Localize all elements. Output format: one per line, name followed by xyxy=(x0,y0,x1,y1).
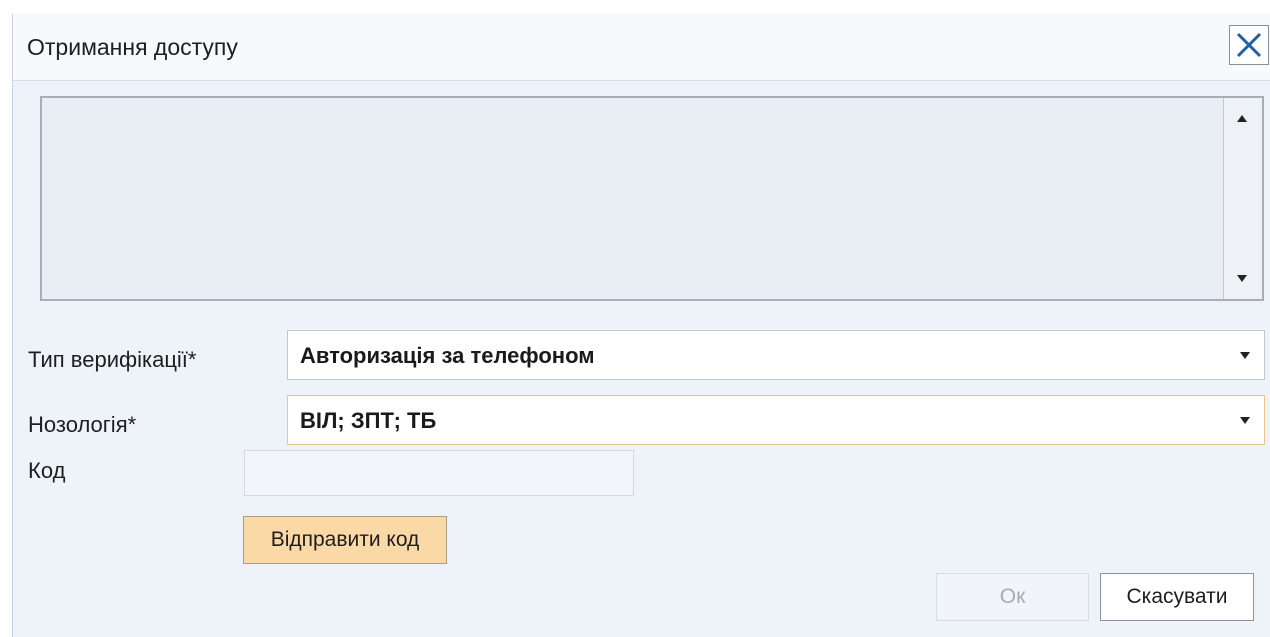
close-icon xyxy=(1236,32,1262,58)
nosology-value: ВІЛ; ЗПТ; ТБ xyxy=(300,408,437,433)
ok-button[interactable]: Ок xyxy=(936,573,1089,621)
code-input[interactable] xyxy=(244,450,634,496)
message-area[interactable] xyxy=(40,96,1264,301)
dialog-titlebar: Отримання доступу xyxy=(13,14,1270,81)
verification-type-select[interactable]: Авторизація за телефоном xyxy=(287,330,1265,380)
nosology-select[interactable]: ВІЛ; ЗПТ; ТБ xyxy=(287,395,1265,445)
send-code-button[interactable]: Відправити код xyxy=(243,516,447,564)
cancel-button[interactable]: Скасувати xyxy=(1100,573,1254,621)
message-scrollbar[interactable] xyxy=(1223,98,1262,299)
triangle-up-icon[interactable] xyxy=(1237,115,1247,122)
verification-type-label: Тип верифікації* xyxy=(28,347,197,372)
dialog-title: Отримання доступу xyxy=(27,34,238,60)
triangle-down-icon[interactable] xyxy=(1237,275,1247,282)
chevron-down-icon xyxy=(1240,352,1250,359)
access-dialog: Отримання доступу Тип верифікації* Автор… xyxy=(12,14,1270,637)
close-button[interactable] xyxy=(1229,25,1269,65)
verification-type-value: Авторизація за телефоном xyxy=(300,343,595,368)
code-label: Код xyxy=(28,458,66,483)
nosology-label: Нозологія* xyxy=(28,412,137,437)
chevron-down-icon xyxy=(1240,417,1250,424)
